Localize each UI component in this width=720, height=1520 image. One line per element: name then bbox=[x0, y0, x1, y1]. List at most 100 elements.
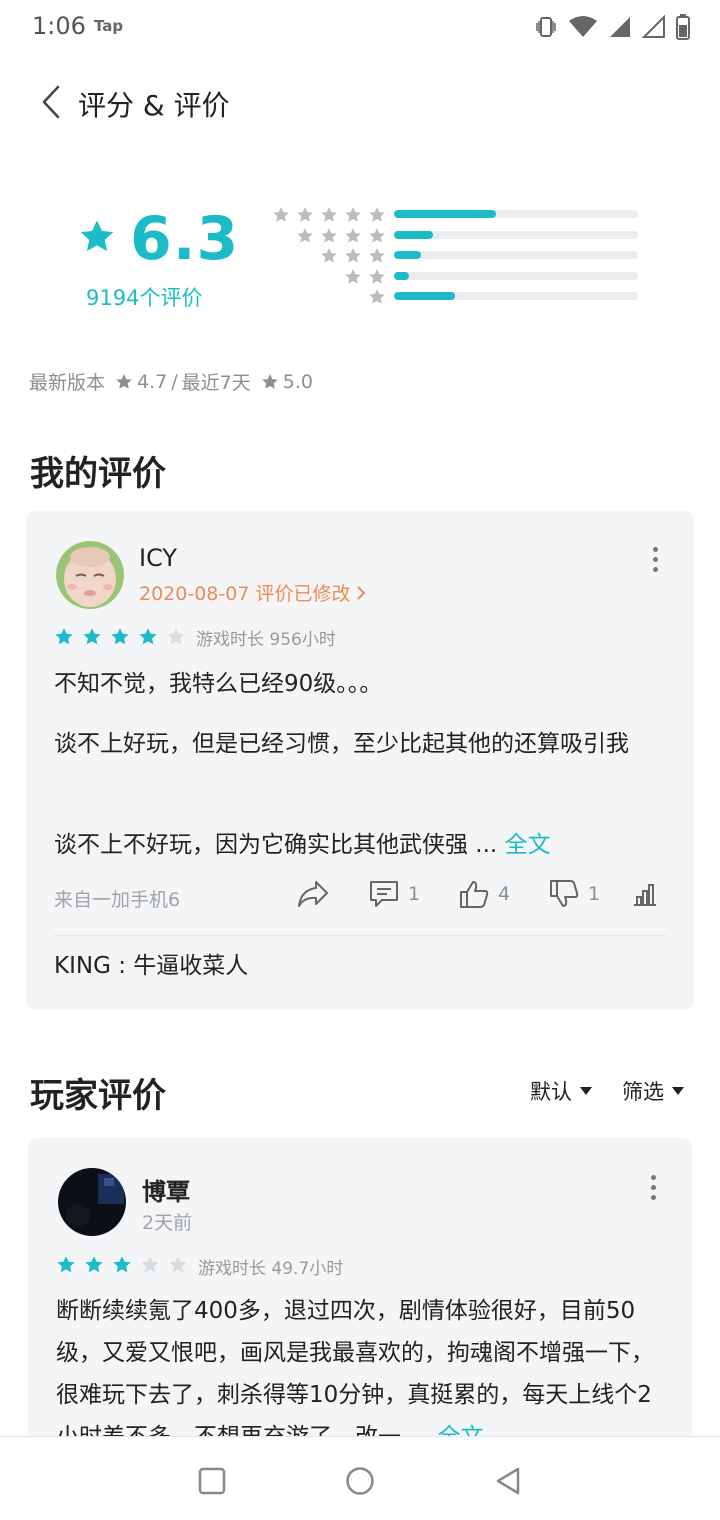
star-icon bbox=[369, 248, 385, 263]
like-button[interactable]: 4 bbox=[458, 879, 548, 909]
star-filled-icon bbox=[55, 628, 73, 645]
device-label: 来自一加手机6 bbox=[54, 889, 181, 911]
filter-label: 筛选 bbox=[622, 1080, 664, 1104]
star-filled-icon bbox=[139, 628, 157, 645]
comment-icon bbox=[370, 881, 398, 907]
user-name[interactable]: ICY bbox=[139, 544, 177, 572]
comment-button[interactable]: 1 bbox=[368, 879, 458, 909]
distribution-row bbox=[270, 286, 642, 307]
star-icon bbox=[345, 268, 361, 284]
more-button[interactable] bbox=[643, 544, 667, 574]
player-review-card: 博覃 2天前 游戏时长 49.7小时 断断续续氪了400多，退过四次，剧情体验很… bbox=[28, 1138, 692, 1458]
distribution-row bbox=[270, 225, 642, 246]
distribution-bar-fill bbox=[394, 210, 497, 218]
play-time: 游戏时长 49.7小时 bbox=[198, 1259, 344, 1279]
star-icon bbox=[345, 207, 361, 222]
review-paragraph-3-text: 谈不上不好玩，因为它确实比其他武侠强 ... bbox=[54, 832, 498, 858]
star-icon bbox=[369, 268, 385, 284]
review-stars bbox=[54, 627, 186, 647]
distribution-bar-track bbox=[394, 271, 638, 280]
chevron-right-icon bbox=[357, 585, 366, 600]
sort-label: 默认 bbox=[530, 1080, 572, 1104]
caret-down-icon bbox=[580, 1087, 592, 1095]
back-button[interactable] bbox=[34, 80, 68, 124]
share-icon bbox=[298, 881, 328, 907]
star-icon bbox=[369, 207, 385, 222]
distribution-stars bbox=[344, 268, 386, 286]
filter-dropdown[interactable]: 筛选 bbox=[622, 1076, 684, 1106]
star-icon bbox=[345, 248, 361, 263]
avatar[interactable] bbox=[56, 541, 124, 609]
dislike-button[interactable]: 1 bbox=[548, 879, 632, 909]
nav-home-button[interactable] bbox=[340, 1461, 380, 1501]
status-icons bbox=[534, 12, 690, 42]
dislike-count: 1 bbox=[588, 883, 601, 905]
user-name[interactable]: 博覃 bbox=[142, 1172, 190, 1207]
stats-button[interactable] bbox=[632, 881, 662, 907]
latest-version-label: 最新版本 bbox=[29, 372, 106, 394]
back-arrow-icon bbox=[42, 85, 60, 119]
nav-home-icon bbox=[346, 1467, 374, 1495]
distribution-row bbox=[270, 204, 642, 225]
page-title: 评分 & 评价 bbox=[78, 89, 230, 122]
divider bbox=[54, 935, 666, 936]
distribution-bar-fill bbox=[394, 271, 409, 280]
app-bar: 评分 & 评价 bbox=[0, 70, 720, 134]
battery-icon bbox=[676, 14, 690, 40]
more-button[interactable] bbox=[641, 1172, 665, 1202]
nav-back-button[interactable] bbox=[488, 1461, 528, 1501]
star-icon bbox=[273, 207, 289, 222]
star-filled-icon bbox=[83, 628, 101, 645]
review-date-status[interactable]: 2020-08-07 评价已修改 bbox=[139, 579, 366, 606]
star-icon bbox=[345, 227, 361, 243]
vibrate-icon bbox=[536, 17, 556, 37]
full-text-link[interactable]: 全文 bbox=[505, 832, 551, 858]
reply[interactable]: KING : 牛逼收菜人 bbox=[54, 945, 666, 987]
wifi-icon bbox=[569, 16, 597, 37]
version-ratings: 最新版本 4.7 / 最近7天 5.0 bbox=[29, 368, 313, 395]
star-empty-icon bbox=[169, 1256, 187, 1273]
distribution-stars bbox=[320, 247, 386, 265]
thumbs-down-icon bbox=[550, 880, 579, 907]
star-icon bbox=[297, 207, 313, 222]
reply-separator: : bbox=[110, 953, 134, 979]
star-icon bbox=[321, 207, 337, 222]
caret-down-icon bbox=[672, 1087, 684, 1095]
star-filled-icon bbox=[57, 1256, 75, 1273]
distribution-bar-track bbox=[394, 230, 638, 239]
star-icon bbox=[297, 227, 313, 243]
distribution-bar-fill bbox=[394, 292, 455, 300]
avatar[interactable] bbox=[58, 1168, 126, 1236]
share-button[interactable] bbox=[296, 879, 368, 909]
distribution-row bbox=[270, 245, 642, 266]
distribution-bar-track bbox=[394, 251, 638, 259]
star-filled-icon bbox=[85, 1256, 103, 1273]
star-icon bbox=[262, 373, 278, 389]
review-time: 2天前 bbox=[142, 1212, 193, 1234]
status-bar: 1:06 Tap bbox=[0, 0, 720, 56]
star-filled-icon bbox=[111, 628, 129, 645]
nav-recents-button[interactable] bbox=[192, 1461, 232, 1501]
distribution-bar-track bbox=[394, 292, 638, 300]
distribution-bar-fill bbox=[394, 251, 421, 259]
distribution-stars bbox=[368, 288, 386, 306]
star-icon bbox=[80, 220, 114, 252]
distribution-stars bbox=[296, 227, 386, 245]
star-empty-icon bbox=[167, 628, 185, 645]
distribution-stars bbox=[272, 206, 386, 224]
my-review-title: 我的评价 bbox=[30, 454, 166, 494]
star-filled-icon bbox=[113, 1256, 131, 1273]
player-reviews-title: 玩家评价 bbox=[30, 1076, 166, 1116]
distribution-row bbox=[270, 266, 642, 287]
rating-distribution bbox=[270, 204, 642, 307]
like-count: 4 bbox=[498, 883, 511, 905]
star-icon bbox=[116, 373, 132, 389]
review-actions: 1 4 1 bbox=[296, 879, 662, 909]
signal-icon bbox=[610, 17, 630, 37]
review-date-status-text: 2020-08-07 评价已修改 bbox=[139, 583, 351, 605]
system-nav-bar bbox=[0, 1436, 720, 1520]
status-app-indicator: Tap bbox=[94, 17, 124, 35]
thumbs-up-icon bbox=[460, 881, 489, 908]
review-stars bbox=[56, 1255, 188, 1275]
sort-dropdown[interactable]: 默认 bbox=[530, 1076, 592, 1106]
